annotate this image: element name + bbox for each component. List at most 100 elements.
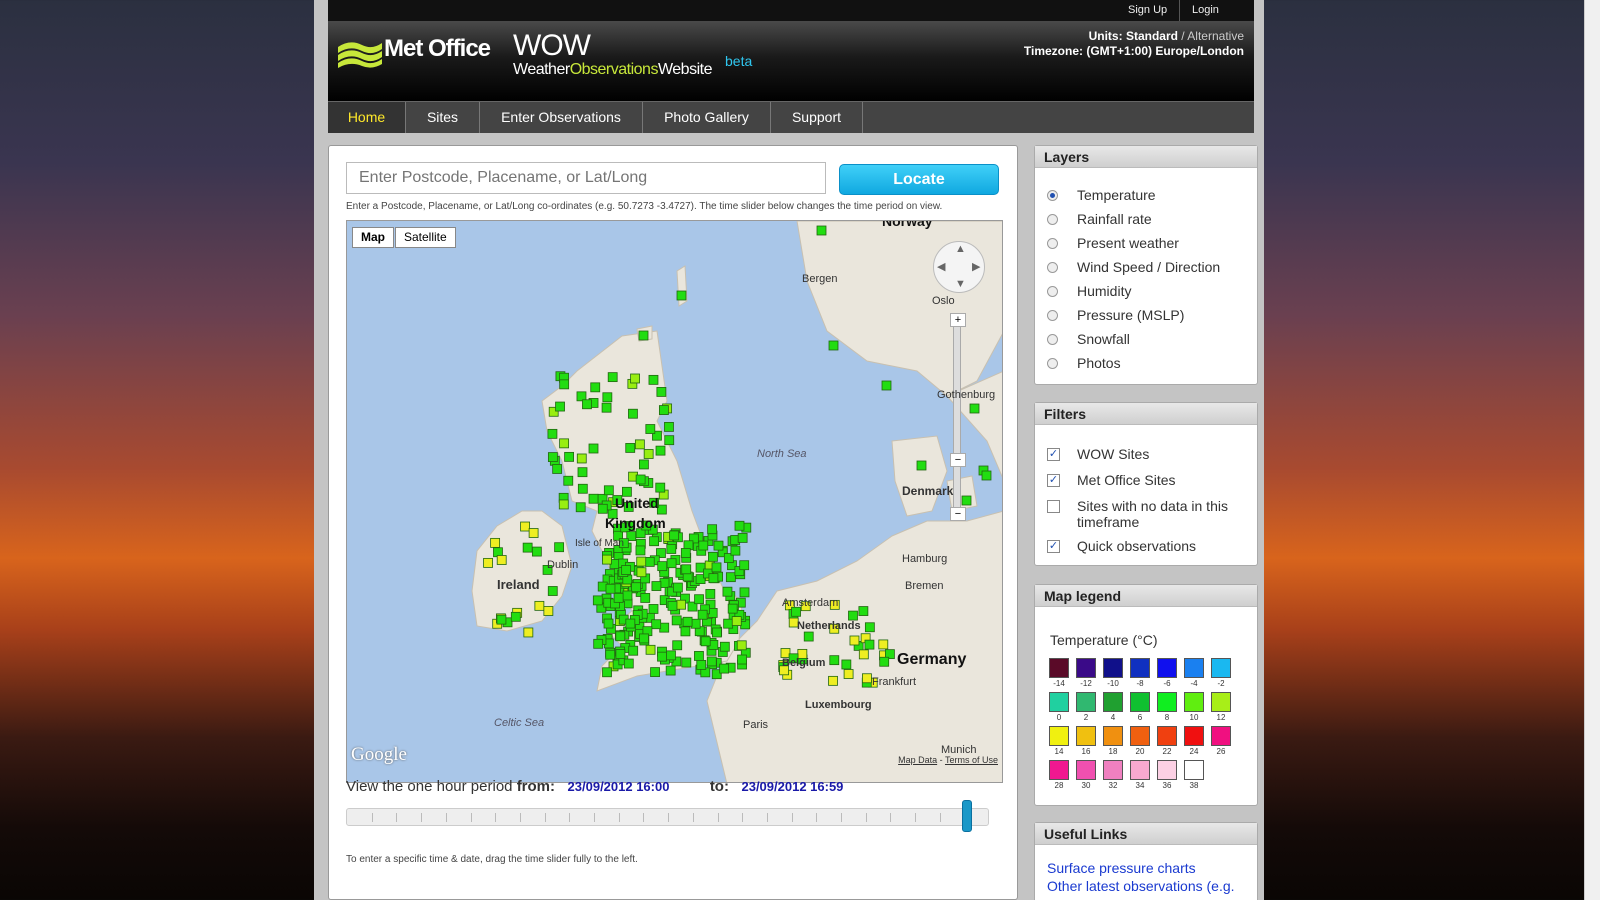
station-marker[interactable] <box>707 524 718 535</box>
station-marker[interactable] <box>602 554 612 565</box>
zoom-in-button[interactable]: + <box>950 313 966 327</box>
station-marker[interactable] <box>634 439 645 450</box>
station-marker[interactable] <box>644 557 655 567</box>
station-marker[interactable] <box>725 572 736 583</box>
search-input[interactable] <box>346 162 826 194</box>
login-link[interactable]: Login <box>1179 0 1219 21</box>
layer-radio-1[interactable] <box>1047 214 1058 225</box>
station-marker[interactable] <box>711 562 722 573</box>
station-marker[interactable] <box>697 609 708 620</box>
station-marker[interactable] <box>828 675 838 686</box>
nav-photo-gallery[interactable]: Photo Gallery <box>643 102 771 133</box>
station-marker[interactable] <box>531 546 542 557</box>
station-marker[interactable] <box>829 655 840 666</box>
station-marker[interactable] <box>554 542 565 553</box>
station-marker[interactable] <box>645 424 656 434</box>
station-marker[interactable] <box>582 399 592 410</box>
station-marker[interactable] <box>655 445 666 456</box>
pan-right-icon[interactable]: ▶ <box>972 260 980 273</box>
station-marker[interactable] <box>576 453 587 464</box>
layer-radio-4[interactable] <box>1047 286 1058 297</box>
station-marker[interactable] <box>577 483 588 494</box>
filter-no-data-checkbox[interactable] <box>1047 500 1060 513</box>
station-marker[interactable] <box>803 631 814 642</box>
map-data-link[interactable]: Map Data <box>898 755 937 765</box>
station-marker[interactable] <box>588 493 599 504</box>
station-marker[interactable] <box>639 459 649 470</box>
station-marker[interactable] <box>722 586 733 597</box>
station-marker[interactable] <box>858 649 869 660</box>
station-marker[interactable] <box>483 557 493 568</box>
station-marker[interactable] <box>643 449 654 459</box>
station-marker[interactable] <box>522 542 533 553</box>
units-alternative-link[interactable]: Alternative <box>1187 29 1244 43</box>
station-marker[interactable] <box>625 443 636 453</box>
station-marker[interactable] <box>916 460 927 471</box>
station-marker[interactable] <box>631 582 641 593</box>
station-marker[interactable] <box>523 627 534 638</box>
station-marker[interactable] <box>664 422 674 432</box>
station-marker[interactable] <box>496 614 507 625</box>
station-marker[interactable] <box>635 545 646 556</box>
station-marker[interactable] <box>588 443 599 454</box>
station-marker[interactable] <box>597 503 608 514</box>
station-marker[interactable] <box>601 402 612 413</box>
station-marker[interactable] <box>961 495 972 506</box>
google-logo[interactable]: Google <box>351 744 407 766</box>
station-marker[interactable] <box>510 611 521 622</box>
terms-link[interactable]: Terms of Use <box>945 755 998 765</box>
station-marker[interactable] <box>645 644 656 655</box>
station-marker[interactable] <box>841 659 852 670</box>
window-scrollbar[interactable] <box>1584 0 1600 900</box>
station-marker[interactable] <box>700 636 711 647</box>
station-marker[interactable] <box>640 593 651 603</box>
station-marker[interactable] <box>676 599 686 610</box>
other-observations-link[interactable]: Other latest observations (e.g. <box>1047 878 1235 894</box>
station-marker[interactable] <box>739 560 750 571</box>
station-marker[interactable] <box>592 595 603 606</box>
station-marker[interactable] <box>655 482 666 493</box>
station-marker[interactable] <box>680 626 691 637</box>
station-marker[interactable] <box>736 640 747 651</box>
station-marker[interactable] <box>737 533 748 543</box>
nav-enter-observations[interactable]: Enter Observations <box>480 102 643 133</box>
station-marker[interactable] <box>664 435 675 446</box>
station-marker[interactable] <box>672 582 683 593</box>
station-marker[interactable] <box>636 556 647 567</box>
station-marker[interactable] <box>864 622 875 633</box>
station-marker[interactable] <box>734 520 745 531</box>
station-marker[interactable] <box>564 451 575 462</box>
station-marker[interactable] <box>590 382 601 393</box>
station-marker[interactable] <box>864 639 875 650</box>
station-marker[interactable] <box>708 573 719 584</box>
station-marker[interactable] <box>690 618 701 629</box>
station-marker[interactable] <box>705 589 716 599</box>
station-marker[interactable] <box>615 631 626 642</box>
station-marker[interactable] <box>665 665 676 676</box>
layer-radio-7[interactable] <box>1047 358 1058 369</box>
surface-pressure-link[interactable]: Surface pressure charts <box>1047 860 1196 876</box>
station-marker[interactable] <box>559 379 570 390</box>
station-marker[interactable] <box>603 618 614 629</box>
station-marker[interactable] <box>558 499 569 510</box>
station-marker[interactable] <box>496 555 507 565</box>
station-marker[interactable] <box>603 485 614 496</box>
station-marker[interactable] <box>879 656 890 667</box>
station-marker[interactable] <box>719 663 730 674</box>
station-marker[interactable] <box>615 649 626 659</box>
station-marker[interactable] <box>858 606 869 616</box>
station-marker[interactable] <box>694 651 704 661</box>
station-marker[interactable] <box>636 567 647 578</box>
station-marker[interactable] <box>713 540 724 551</box>
filter-quick-observations-checkbox[interactable]: ✓ <box>1047 540 1060 553</box>
pan-control[interactable]: ▲ ▼ ◀ ▶ <box>933 241 985 293</box>
station-marker[interactable] <box>651 619 662 630</box>
map-type-map-button[interactable]: Map <box>352 227 394 248</box>
zoom-handle[interactable]: − <box>950 453 966 467</box>
nav-home[interactable]: Home <box>328 102 406 133</box>
station-marker[interactable] <box>666 650 676 661</box>
locate-button[interactable]: Locate <box>839 164 999 195</box>
station-marker[interactable] <box>649 536 659 547</box>
layer-radio-2[interactable] <box>1047 238 1058 249</box>
station-marker[interactable] <box>881 380 892 391</box>
